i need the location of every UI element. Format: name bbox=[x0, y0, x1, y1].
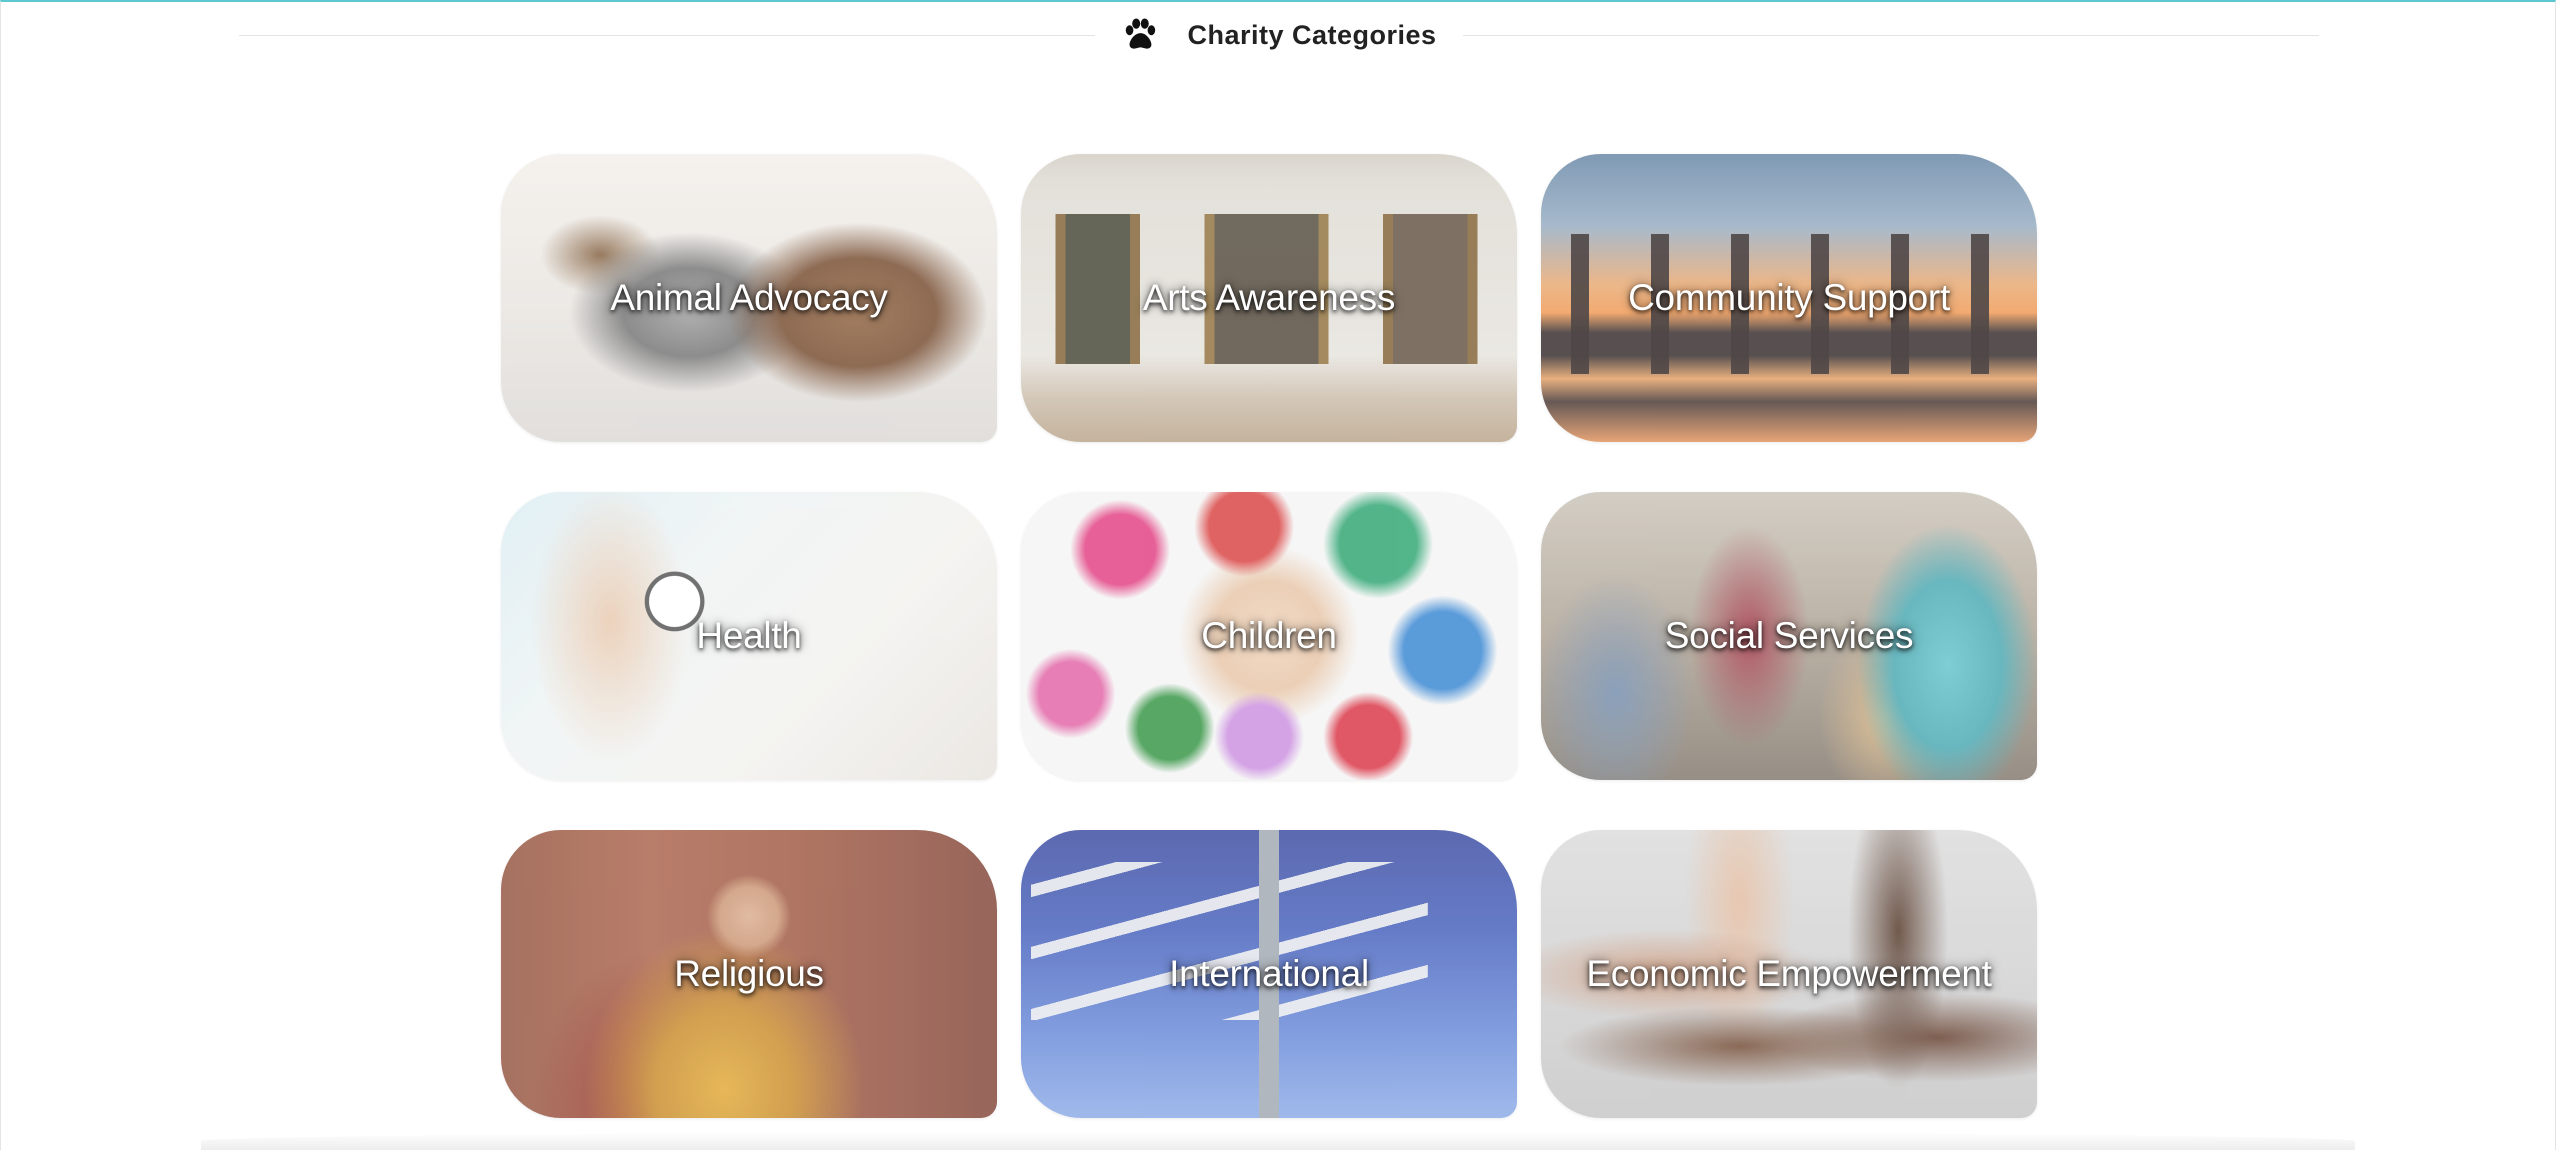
category-tile-religious[interactable]: Religious bbox=[501, 830, 997, 1118]
category-label: International bbox=[1169, 953, 1369, 994]
category-label: Arts Awareness bbox=[1142, 277, 1396, 318]
category-tile-animal-advocacy[interactable]: Animal Advocacy bbox=[501, 154, 997, 442]
category-label: Animal Advocacy bbox=[610, 277, 888, 318]
heading-divider-right bbox=[1462, 34, 2320, 36]
paw-icon bbox=[1126, 18, 1156, 49]
category-tile-community-support[interactable]: Community Support bbox=[1541, 154, 2037, 442]
category-label: Children bbox=[1201, 615, 1337, 656]
page-frame: Charity Categories Animal Advocacy Arts … bbox=[0, 0, 2556, 1150]
category-label: Social Services bbox=[1664, 615, 1914, 656]
section-title: Charity Categories bbox=[1187, 19, 1437, 50]
category-tile-arts-awareness[interactable]: Arts Awareness bbox=[1021, 154, 1517, 442]
category-tile-economic-empowerment[interactable]: Economic Empowerment bbox=[1541, 830, 2037, 1118]
category-tile-children[interactable]: Children bbox=[1021, 492, 1517, 780]
category-label: Health bbox=[696, 615, 802, 656]
category-tile-social-services[interactable]: Social Services bbox=[1541, 492, 2037, 780]
heading-center: Charity Categories bbox=[1095, 16, 1462, 54]
category-grid: Animal Advocacy Arts Awareness Community… bbox=[501, 154, 2037, 1118]
category-tile-international[interactable]: International bbox=[1021, 830, 1517, 1118]
category-label: Community Support bbox=[1628, 277, 1950, 318]
category-label: Religious bbox=[674, 953, 824, 994]
section-heading: Charity Categories bbox=[239, 12, 2320, 58]
heading-divider-left bbox=[239, 34, 1096, 36]
category-label: Economic Empowerment bbox=[1586, 953, 1992, 994]
category-tile-health[interactable]: Health bbox=[501, 492, 997, 780]
bottom-shadow bbox=[201, 1132, 2355, 1150]
